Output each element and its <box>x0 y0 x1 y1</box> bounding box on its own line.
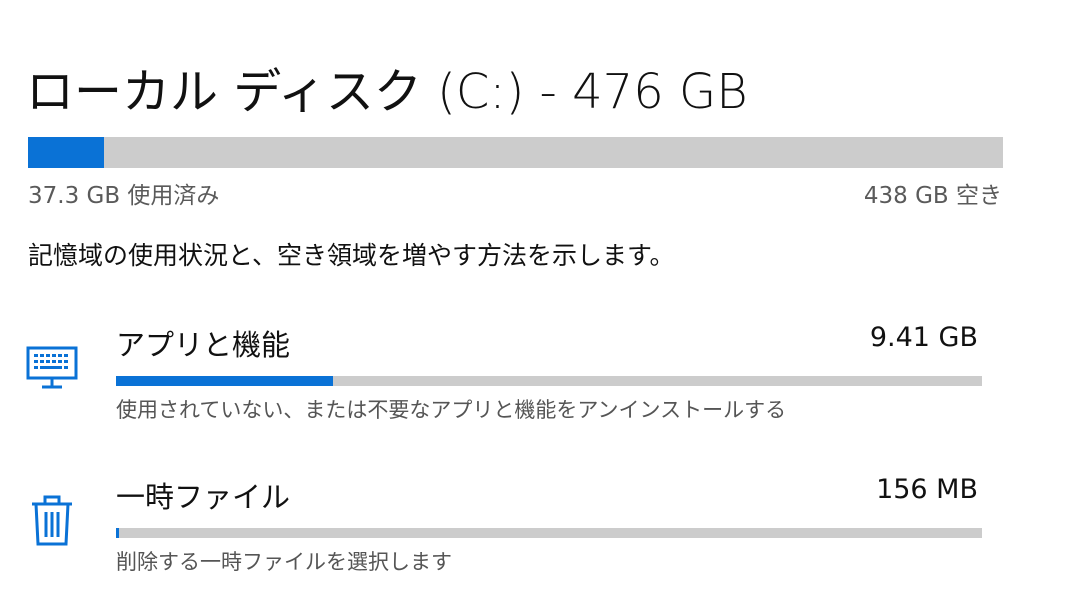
category-size: 9.41 GB <box>869 322 978 353</box>
category-name: アプリと機能 <box>116 328 291 362</box>
drive-usage-fill <box>28 137 105 168</box>
trash-icon <box>24 492 80 548</box>
category-size: 156 MB <box>876 474 978 505</box>
category-apps-features[interactable]: アプリと機能 9.41 GB 使用されていない、または不要なアプリと機能をアンイ… <box>0 318 1080 428</box>
storage-page: ローカル ディスク (C:) - 476 GB 37.3 GB 使用済み 438… <box>0 0 1080 592</box>
category-subtitle: 削除する一時ファイルを選択します <box>116 550 452 574</box>
category-usage-bar <box>116 528 982 538</box>
category-usage-fill <box>116 528 120 538</box>
category-usage-fill <box>116 376 333 386</box>
drive-title: ローカル ディスク (C:) - 476 GB <box>26 64 748 120</box>
category-name: 一時ファイル <box>116 480 291 514</box>
category-subtitle: 使用されていない、または不要なアプリと機能をアンインストールする <box>116 398 787 422</box>
keyboard-monitor-icon <box>24 340 80 396</box>
category-temporary-files[interactable]: 一時ファイル 156 MB 削除する一時ファイルを選択します <box>0 470 1080 580</box>
drive-usage-bar <box>28 137 1003 168</box>
storage-description: 記憶域の使用状況と、空き領域を増やす方法を示します。 <box>28 241 675 270</box>
drive-used-label: 37.3 GB 使用済み <box>28 183 220 209</box>
drive-free-label: 438 GB 空き <box>863 183 1002 209</box>
category-usage-bar <box>116 376 982 386</box>
